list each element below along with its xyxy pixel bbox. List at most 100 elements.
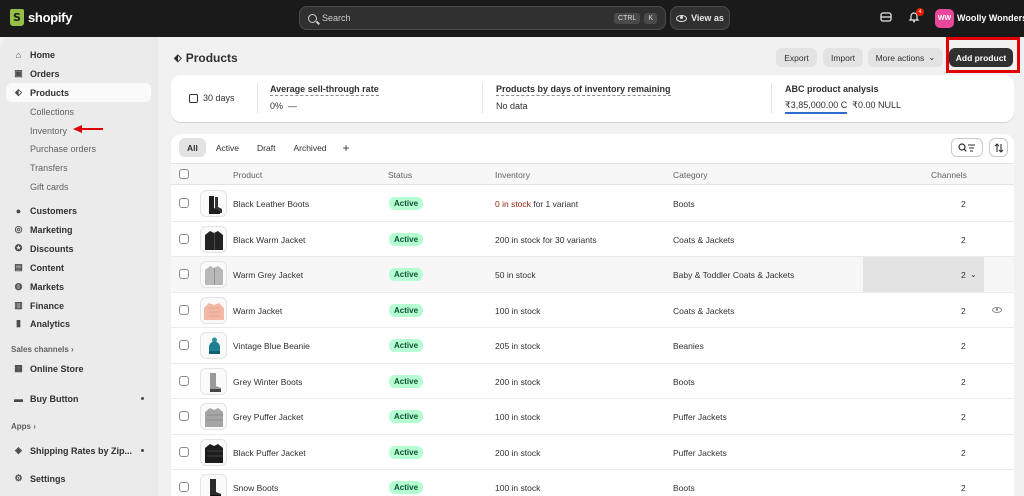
store-name[interactable]: Woolly Wonders: [957, 13, 1024, 23]
table-row[interactable]: Grey Puffer Jacket Active 100 in stock Puff…: [171, 399, 1014, 435]
table-row[interactable]: Black Warm Jacket Active 200 in stock for …: [171, 222, 1014, 257]
tab-active[interactable]: Active: [208, 138, 247, 157]
header-product[interactable]: Product: [233, 170, 262, 180]
sidebar-item-finance[interactable]: ▥ Finance: [6, 296, 151, 315]
product-name[interactable]: Snow Boots: [233, 483, 278, 493]
header-category[interactable]: Category: [673, 170, 708, 180]
target-icon: ◎: [14, 224, 23, 234]
import-button[interactable]: Import: [823, 48, 863, 67]
table-row[interactable]: Vintage Blue Beanie Active 205 in stock Bea…: [171, 328, 1014, 364]
sort-icon: [994, 142, 1003, 153]
row-checkbox[interactable]: [179, 482, 189, 492]
row-checkbox[interactable]: [179, 340, 189, 350]
row-checkbox[interactable]: [179, 446, 189, 457]
table-row[interactable]: Grey Winter Boots Active 200 in stock Boots…: [171, 364, 1014, 399]
view-as-button[interactable]: View as: [670, 6, 730, 30]
sidebar-item-content[interactable]: ▤ Content: [6, 258, 151, 277]
sidebar-item-shipping-app[interactable]: ◈ Shipping Rates by Zip...: [6, 441, 151, 460]
inventory-cell: 100 in stock: [495, 483, 540, 493]
channels-cell: 2: [961, 341, 966, 351]
product-name[interactable]: Black Warm Jacket: [233, 235, 305, 245]
product-name[interactable]: Grey Puffer Jacket: [233, 412, 303, 422]
category-cell: Coats & Jackets: [673, 305, 735, 316]
row-checkbox[interactable]: [179, 269, 189, 279]
channels-cell: 2: [961, 199, 966, 209]
sidebar-item-marketing[interactable]: ◎ Marketing: [6, 220, 151, 239]
product-name[interactable]: Black Puffer Jacket: [233, 448, 306, 458]
search-filter-button[interactable]: [951, 138, 983, 157]
chevron-down-icon[interactable]: ⌄: [970, 270, 977, 279]
home-icon: ⌂: [15, 49, 22, 60]
table-row[interactable]: Warm Jacket Active 100 in stock Coats & Jac…: [171, 293, 1014, 328]
sidebar-item-customers[interactable]: ● Customers: [6, 201, 151, 220]
sidebar-item-label: Orders: [30, 68, 60, 79]
brand-name: shopify: [28, 10, 73, 25]
row-checkbox[interactable]: [179, 375, 189, 386]
sidebar-item-markets[interactable]: ◍ Markets: [6, 277, 151, 296]
row-checkbox[interactable]: [179, 411, 189, 421]
person-icon: ●: [15, 205, 22, 216]
date-range-button[interactable]: 30 days: [179, 86, 255, 110]
sidebar-item-settings[interactable]: ⚙ Settings: [6, 469, 151, 488]
sidebar-item-products[interactable]: ⬖ Products: [6, 83, 151, 102]
buy-button-icon: ▬: [14, 393, 23, 404]
product-thumbnail: [200, 403, 227, 430]
search-input[interactable]: Search CTRL K: [299, 6, 666, 30]
search-icon: [308, 13, 317, 23]
tab-archived[interactable]: Archived: [285, 138, 334, 157]
sidebar-sub-collections[interactable]: Collections: [30, 107, 74, 117]
days-inventory-stat[interactable]: Products by days of inventory remaining …: [496, 84, 671, 111]
sidebar-item-online-store[interactable]: ▦ Online Store: [6, 359, 151, 378]
sidebar-sub-purchase-orders[interactable]: Purchase orders: [30, 144, 96, 154]
header-status[interactable]: Status: [388, 170, 412, 180]
table-row[interactable]: Black Puffer Jacket Active 200 in stock Puf…: [171, 435, 1014, 470]
table-header: Product Status Inventory Category Channe…: [171, 163, 1014, 185]
product-name[interactable]: Warm Jacket: [233, 306, 282, 316]
filter-tabs: All Active Draft Archived +: [179, 138, 356, 157]
header-inventory[interactable]: Inventory: [495, 170, 530, 180]
sort-button[interactable]: [989, 138, 1008, 157]
sales-channels-label[interactable]: Sales channels ›: [11, 345, 74, 354]
avatar[interactable]: WW: [935, 9, 954, 28]
sidebar-sub-gift-cards[interactable]: Gift cards: [30, 182, 69, 192]
status-badge: Active: [389, 481, 424, 494]
abc-analysis-stat[interactable]: ABC product analysis ₹3,85,000.00 C ₹0.0…: [785, 84, 901, 114]
content-icon: ▤: [14, 262, 23, 272]
sidebar-sub-inventory[interactable]: Inventory: [30, 126, 67, 136]
more-actions-button[interactable]: More actions ⌄: [868, 48, 943, 67]
status-badge: Active: [389, 410, 424, 423]
inventory-cell: 50 in stock: [495, 270, 536, 280]
row-checkbox[interactable]: [179, 198, 189, 208]
inventory-cell: 0 in stock for 1 variant: [495, 199, 578, 209]
table-row[interactable]: Snow Boots Active 100 in stock Boots 2: [171, 470, 1014, 496]
category-cell: Beanies: [673, 341, 704, 351]
product-name[interactable]: Warm Grey Jacket: [233, 270, 303, 280]
header-channels[interactable]: Channels: [931, 170, 967, 180]
preview-eye-icon[interactable]: [992, 306, 1002, 313]
tab-draft[interactable]: Draft: [249, 138, 283, 157]
row-checkbox[interactable]: [179, 304, 189, 315]
select-all-checkbox[interactable]: [179, 169, 189, 179]
table-row[interactable]: Black Leather Boots Active 0 in stock for …: [171, 186, 1014, 222]
category-cell: Puffer Jackets: [673, 412, 727, 422]
sell-through-stat[interactable]: Average sell-through rate 0% —: [270, 84, 379, 111]
sidebar-item-buy-button[interactable]: ▬ Buy Button: [6, 389, 151, 408]
add-view-button[interactable]: +: [337, 138, 356, 157]
apps-label[interactable]: Apps ›: [11, 422, 36, 431]
store-icon[interactable]: [879, 11, 893, 25]
product-name[interactable]: Vintage Blue Beanie: [233, 341, 310, 351]
sidebar-item-home[interactable]: ⌂ Home: [6, 45, 151, 64]
category-cell: Boots: [673, 199, 695, 209]
sidebar-item-analytics[interactable]: ▮ Analytics: [6, 314, 151, 333]
row-checkbox[interactable]: [179, 233, 189, 244]
product-name[interactable]: Grey Winter Boots: [233, 377, 302, 387]
sidebar-item-discounts[interactable]: ✪ Discounts: [6, 239, 151, 258]
sidebar-item-orders[interactable]: ▣ Orders: [6, 64, 151, 83]
notification-badge: 4: [916, 8, 924, 16]
table-row[interactable]: Warm Grey Jacket Active 50 in stock Baby & …: [171, 257, 1014, 293]
export-button[interactable]: Export: [776, 48, 817, 67]
product-name[interactable]: Black Leather Boots: [233, 199, 309, 209]
shopify-logo[interactable]: shopify: [10, 9, 72, 26]
sidebar-sub-transfers[interactable]: Transfers: [30, 163, 68, 173]
tab-all[interactable]: All: [179, 138, 206, 157]
